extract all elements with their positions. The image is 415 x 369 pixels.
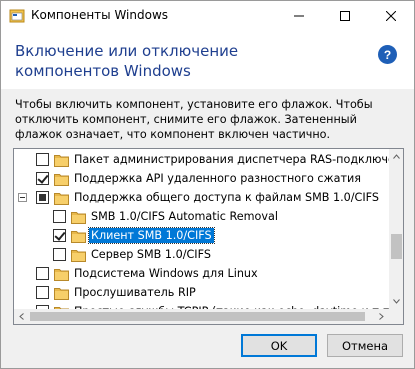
maximize-button[interactable]: [322, 1, 368, 31]
title-bar[interactable]: Компоненты Windows: [1, 1, 414, 31]
close-button[interactable]: [368, 1, 414, 31]
feature-row[interactable]: Сервер SMB 1.0/CIFS: [14, 245, 390, 264]
feature-label[interactable]: Пакет администрирования диспетчера RAS-п…: [72, 152, 403, 167]
chevron-down-icon: [393, 299, 400, 304]
minimize-icon: [294, 15, 304, 17]
scroll-down-button[interactable]: [389, 294, 403, 309]
horizontal-scroll-thumb[interactable]: [30, 312, 365, 321]
feature-row[interactable]: Прослушиватель RIP: [14, 283, 390, 302]
scroll-right-button[interactable]: [374, 309, 389, 324]
feature-label[interactable]: SMB 1.0/CIFS Automatic Removal: [89, 209, 280, 224]
feature-row[interactable]: SMB 1.0/CIFS Automatic Removal: [14, 207, 390, 226]
feature-row[interactable]: Подсистема Windows для Linux: [14, 264, 390, 283]
folder-icon: [54, 152, 69, 167]
feature-checkbox[interactable]: [53, 210, 66, 223]
feature-checkbox[interactable]: [36, 267, 49, 280]
feature-label[interactable]: Поддержка общего доступа к файлам SMB 1.…: [72, 190, 381, 205]
minimize-button[interactable]: [276, 1, 322, 31]
feature-row[interactable]: Пакет администрирования диспетчера RAS-п…: [14, 150, 403, 169]
folder-icon: [54, 266, 69, 281]
cancel-button[interactable]: Отмена: [327, 334, 403, 357]
chevron-right-icon: [379, 313, 384, 320]
folder-icon: [71, 228, 86, 243]
folder-icon: [54, 285, 69, 300]
feature-checkbox[interactable]: [36, 191, 49, 204]
folder-icon: [54, 171, 69, 186]
feature-label[interactable]: Клиент SMB 1.0/CIFS: [88, 227, 215, 244]
windows-features-icon: [9, 9, 25, 23]
dialog-heading: Включение или отключение компонентов Win…: [15, 42, 239, 80]
scroll-left-button[interactable]: [14, 309, 29, 324]
feature-checkbox[interactable]: [36, 286, 49, 299]
horizontal-scrollbar[interactable]: [14, 309, 389, 324]
feature-label[interactable]: Подсистема Windows для Linux: [72, 266, 260, 281]
folder-icon: [71, 209, 86, 224]
scroll-up-button[interactable]: [389, 149, 403, 164]
feature-checkbox[interactable]: [53, 229, 66, 242]
feature-checkbox[interactable]: [53, 248, 66, 261]
ok-button[interactable]: OK: [241, 334, 317, 357]
instructions-text: Чтобы включить компонент, установите его…: [15, 98, 373, 141]
maximize-icon: [340, 11, 350, 21]
help-icon[interactable]: ?: [378, 45, 397, 64]
vertical-scroll-thumb[interactable]: [391, 234, 402, 259]
scrollbar-corner: [389, 309, 403, 324]
chevron-up-icon: [393, 154, 400, 159]
feature-label[interactable]: Сервер SMB 1.0/CIFS: [89, 247, 213, 262]
feature-label[interactable]: Прослушиватель RIP: [72, 285, 198, 300]
feature-checkbox[interactable]: [36, 172, 49, 185]
close-icon: [386, 11, 396, 21]
window-title: Компоненты Windows: [31, 8, 169, 22]
feature-row[interactable]: Клиент SMB 1.0/CIFS: [14, 226, 390, 245]
features-tree[interactable]: Пакет администрирования диспетчера RAS-п…: [13, 148, 404, 325]
dialog-header: Включение или отключение компонентов Win…: [1, 31, 414, 89]
vertical-scrollbar[interactable]: [389, 149, 403, 324]
feature-row[interactable]: Поддержка API удаленного разностного сжа…: [14, 169, 390, 188]
dialog-window: Компоненты Windows Включение или отключе…: [0, 0, 415, 369]
feature-label[interactable]: Поддержка API удаленного разностного сжа…: [72, 171, 363, 186]
chevron-left-icon: [19, 313, 24, 320]
folder-icon: [71, 247, 86, 262]
feature-checkbox[interactable]: [36, 153, 49, 166]
feature-row[interactable]: Поддержка общего доступа к файлам SMB 1.…: [14, 188, 390, 207]
collapse-toggle[interactable]: [18, 193, 27, 202]
folder-icon: [54, 190, 69, 205]
